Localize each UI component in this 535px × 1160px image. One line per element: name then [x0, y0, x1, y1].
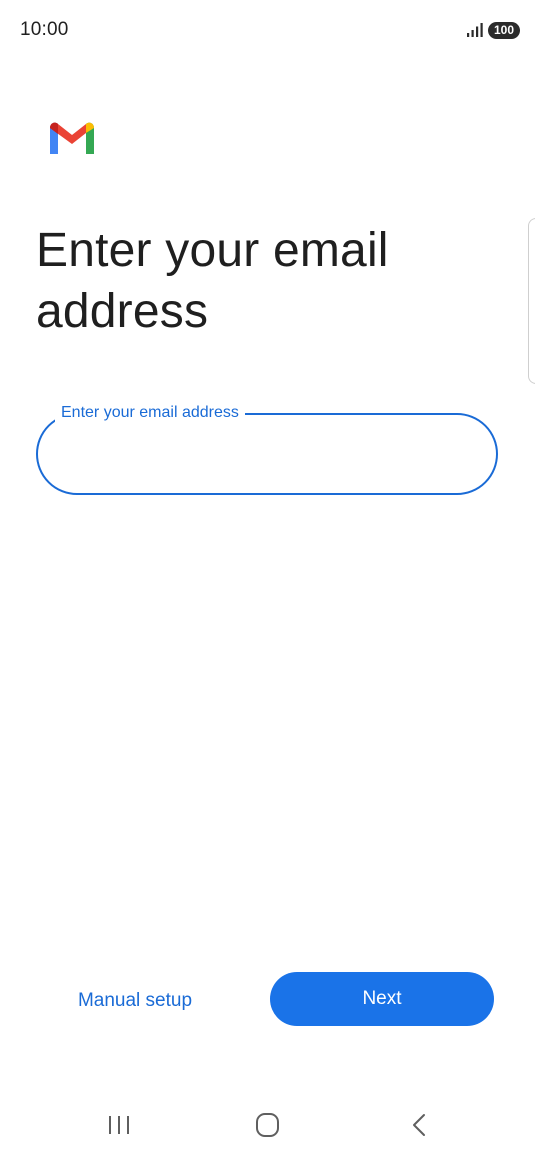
scroll-indicator[interactable]	[528, 218, 535, 384]
battery-indicator: 100	[488, 22, 520, 39]
manual-setup-button[interactable]: Manual setup	[60, 984, 210, 1018]
email-field-label: Enter your email address	[55, 403, 245, 423]
recents-icon[interactable]	[100, 1110, 138, 1140]
home-icon[interactable]	[248, 1110, 286, 1140]
gmail-logo-icon	[50, 122, 94, 154]
back-icon[interactable]	[400, 1110, 438, 1140]
email-field[interactable]: Enter your email address	[36, 403, 498, 495]
status-time: 10:00	[20, 19, 69, 40]
navigation-bar	[0, 1090, 535, 1160]
next-button[interactable]: Next	[270, 972, 494, 1026]
page-title: Enter your email address	[36, 224, 389, 338]
signal-bars-icon	[467, 23, 483, 37]
email-input[interactable]	[58, 437, 472, 473]
status-bar: 10:00 100	[0, 0, 535, 60]
